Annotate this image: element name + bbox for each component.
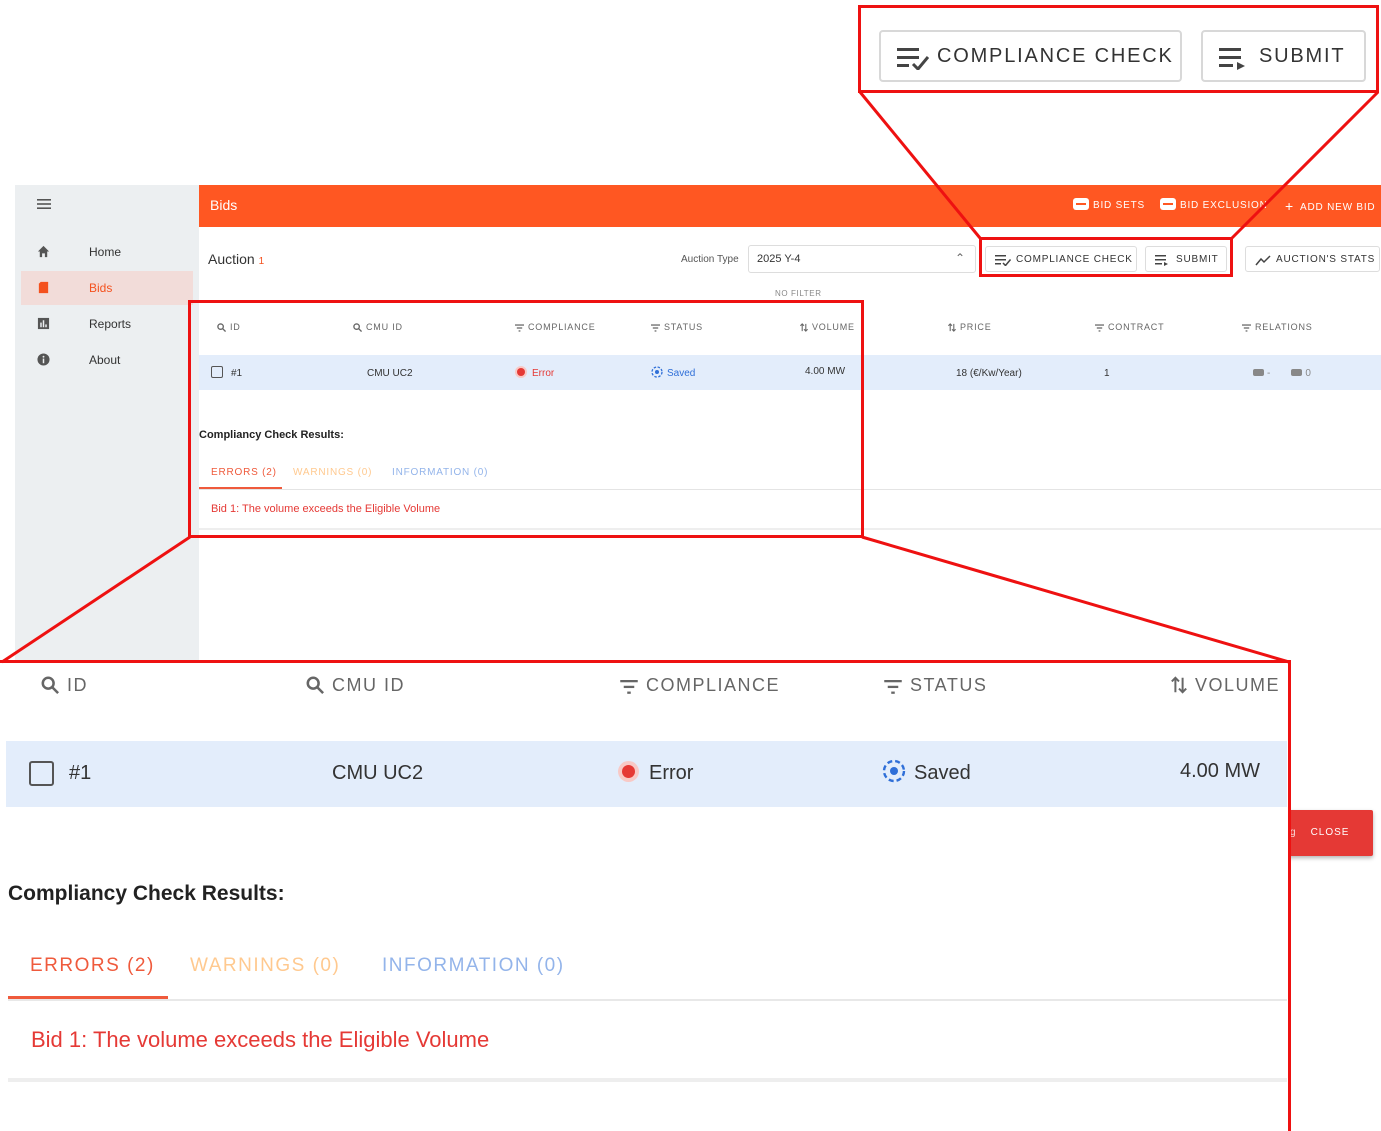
connector-line (1230, 90, 1380, 240)
connector-line (858, 91, 982, 239)
connector-line (1, 535, 191, 664)
callout-connector-lines (1, 90, 1380, 664)
connector-line (861, 535, 1290, 664)
